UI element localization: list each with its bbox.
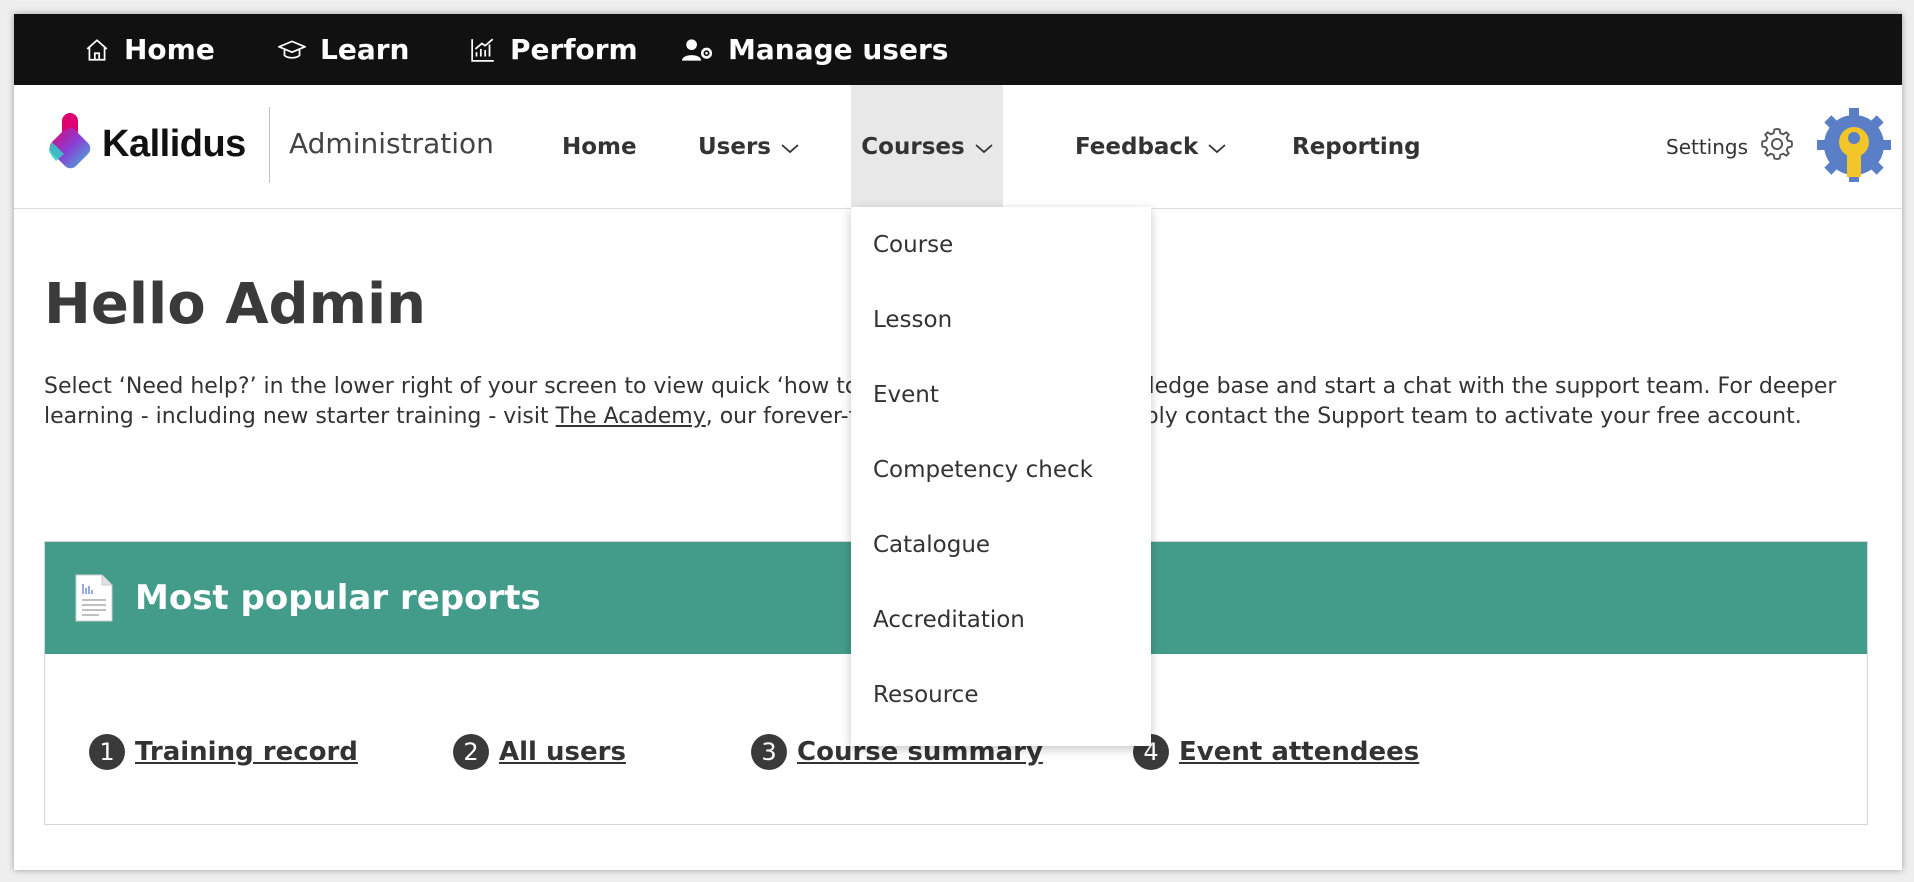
popular-reports-title: Most popular reports: [135, 578, 541, 618]
top-nav-manage-users-label: Manage users: [728, 33, 949, 66]
nav-courses-label: Courses: [861, 133, 965, 160]
gear-icon: [1748, 125, 1796, 168]
top-nav-manage-users[interactable]: Manage users: [682, 14, 948, 85]
top-nav-learn-label: Learn: [320, 33, 410, 66]
top-nav-learn[interactable]: Learn: [278, 14, 409, 85]
top-nav-perform[interactable]: Perform: [470, 14, 638, 85]
report-link-event-attendees[interactable]: 4 Event attendees: [1133, 734, 1419, 770]
nav-home-label: Home: [562, 133, 637, 160]
top-nav-home[interactable]: Home: [84, 14, 215, 85]
menu-item-competency-check[interactable]: Competency check: [851, 432, 1151, 507]
chevron-down-icon: [781, 134, 799, 160]
report-number-badge: 3: [751, 734, 787, 770]
nav-feedback-label: Feedback: [1075, 133, 1199, 160]
nav-reporting[interactable]: Reporting: [1292, 85, 1421, 208]
app-window: Home Learn Perform Manage users Kallidus…: [14, 14, 1902, 870]
admin-navbar: Kallidus Administration Home Users Cours…: [14, 85, 1902, 209]
courses-dropdown-menu: Course Lesson Event Competency check Cat…: [851, 207, 1151, 746]
kallidus-logo-mark-icon: [46, 111, 94, 177]
top-app-bar: Home Learn Perform Manage users: [14, 14, 1902, 85]
performance-chart-icon: [470, 37, 496, 63]
settings-button[interactable]: Settings: [1666, 85, 1796, 208]
avatar[interactable]: [1814, 105, 1894, 185]
menu-item-event[interactable]: Event: [851, 357, 1151, 432]
home-icon: [84, 37, 110, 63]
menu-item-catalogue[interactable]: Catalogue: [851, 507, 1151, 582]
nav-reporting-label: Reporting: [1292, 133, 1421, 160]
report-link-label: Event attendees: [1179, 737, 1420, 767]
chevron-down-icon: [1208, 134, 1226, 160]
report-link-all-users[interactable]: 2 All users: [453, 734, 626, 770]
menu-item-lesson[interactable]: Lesson: [851, 282, 1151, 357]
page-title: Hello Admin: [44, 272, 427, 337]
menu-item-resource[interactable]: Resource: [851, 657, 1151, 732]
nav-home[interactable]: Home: [562, 85, 637, 208]
top-nav-home-label: Home: [124, 33, 215, 66]
graduation-cap-icon: [278, 37, 306, 63]
report-link-label: All users: [499, 737, 626, 767]
settings-label: Settings: [1666, 134, 1749, 159]
nav-users-label: Users: [698, 133, 771, 160]
nav-feedback[interactable]: Feedback: [1075, 85, 1226, 208]
report-link-training-record[interactable]: 1 Training record: [89, 734, 358, 770]
academy-link[interactable]: The Academy: [556, 404, 706, 429]
menu-item-course[interactable]: Course: [851, 207, 1151, 282]
report-link-label: Training record: [135, 737, 358, 767]
top-nav-perform-label: Perform: [510, 33, 638, 66]
kallidus-logo[interactable]: Kallidus: [46, 111, 246, 177]
report-number-badge: 2: [453, 734, 489, 770]
report-number-badge: 1: [89, 734, 125, 770]
section-title: Administration: [289, 127, 494, 160]
report-document-icon: [75, 574, 113, 622]
nav-users[interactable]: Users: [698, 85, 799, 208]
menu-item-accreditation[interactable]: Accreditation: [851, 582, 1151, 657]
user-settings-icon: [682, 37, 714, 63]
nav-courses[interactable]: Courses: [851, 85, 1003, 208]
brand-name: Kallidus: [102, 122, 246, 165]
brand-divider: [269, 107, 270, 183]
chevron-down-icon: [975, 134, 993, 160]
